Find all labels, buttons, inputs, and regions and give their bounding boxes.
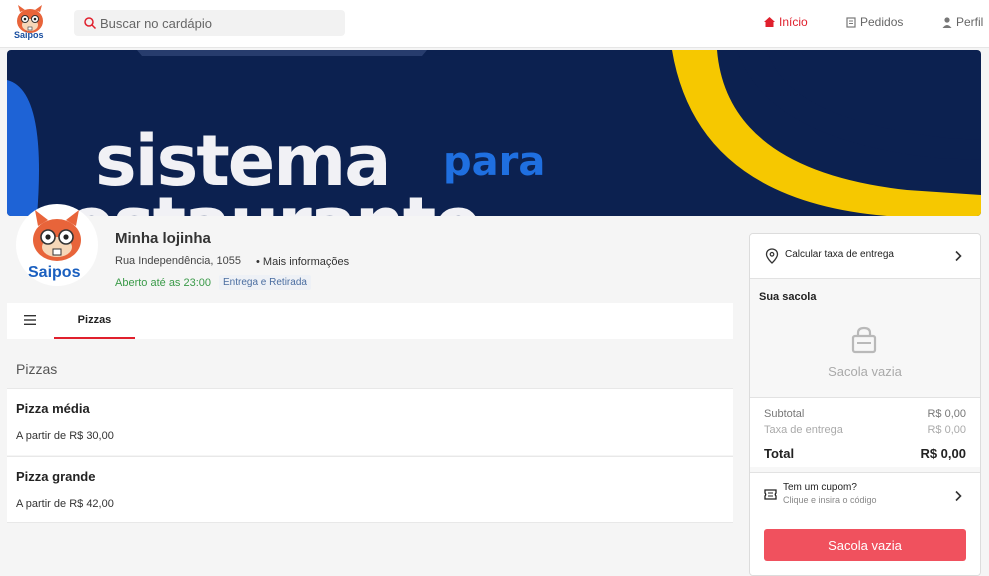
nav-perfil[interactable]: Perfil — [942, 15, 983, 29]
menu-search-box[interactable] — [74, 10, 345, 36]
ticket-icon — [764, 489, 777, 500]
delivery-fee-label: Taxa de entrega — [764, 424, 843, 436]
calc-delivery-label: Calcular taxa de entrega — [785, 249, 894, 260]
calc-delivery-button[interactable]: Calcular taxa de entrega — [750, 234, 980, 279]
logo-text: Saipos — [14, 30, 44, 40]
coupon-subtitle: Clique e insira o código — [783, 495, 877, 505]
total-label: Total — [764, 446, 795, 461]
store-banner: sistema para restaurante — [7, 50, 981, 216]
bag-totals: Subtotal R$ 0,00 Taxa de entrega R$ 0,00… — [750, 397, 980, 467]
nav-inicio[interactable]: Início — [764, 15, 808, 29]
store-avatar-text: Saipos — [28, 264, 81, 281]
delivery-fee-row: Taxa de entrega R$ 0,00 — [764, 424, 966, 436]
tab-pizzas[interactable]: Pizzas — [54, 303, 135, 339]
total-value: R$ 0,00 — [920, 446, 966, 461]
location-pin-icon — [765, 248, 779, 264]
nav-inicio-label: Início — [779, 15, 808, 29]
subtotal-label: Subtotal — [764, 408, 805, 420]
home-icon — [764, 17, 775, 27]
user-icon — [942, 16, 952, 28]
chevron-right-icon — [955, 250, 962, 262]
receipt-icon — [846, 16, 856, 28]
shopping-bag-icon — [851, 326, 877, 354]
product-price: A partir de R$ 30,00 — [16, 430, 114, 442]
section-title: Pizzas — [16, 361, 58, 377]
top-header: Saipos Início Pedidos Perfil — [0, 0, 989, 48]
coupon-button[interactable]: Tem um cupom? Clique e insira o código — [750, 472, 980, 517]
banner-headline-para: para — [443, 139, 546, 185]
search-input[interactable] — [100, 13, 340, 33]
product-name: Pizza grande — [16, 469, 96, 484]
subtotal-value: R$ 0,00 — [927, 408, 966, 420]
nav-pedidos-label: Pedidos — [860, 15, 904, 29]
bag-empty-text: Sacola vazia — [828, 364, 902, 379]
total-row: Total R$ 0,00 — [764, 446, 966, 461]
delivery-fee-value: R$ 0,00 — [927, 424, 966, 436]
store-name: Minha lojinha — [115, 230, 211, 247]
bag-panel: Calcular taxa de entrega Sua sacola Saco… — [749, 233, 981, 576]
product-card[interactable]: Pizza grande A partir de R$ 42,00 — [7, 456, 733, 523]
nav-pedidos[interactable]: Pedidos — [846, 15, 903, 29]
product-card[interactable]: Pizza média A partir de R$ 30,00 — [7, 388, 733, 455]
open-status: Aberto até as 23:00 — [115, 277, 212, 289]
product-price: A partir de R$ 42,00 — [16, 498, 114, 510]
coupon-title: Tem um cupom? — [783, 482, 857, 493]
more-info-link[interactable]: • Mais informações — [256, 256, 349, 268]
store-address: Rua Independência, 1055 — [115, 255, 241, 267]
nav-perfil-label: Perfil — [956, 15, 984, 29]
service-badge: Entrega e Retirada — [219, 275, 311, 290]
bag-title: Sua sacola — [759, 291, 817, 303]
chevron-right-icon — [955, 490, 962, 502]
search-icon — [84, 17, 97, 30]
checkout-button[interactable]: Sacola vazia — [764, 529, 966, 561]
category-bar: Pizzas — [7, 303, 733, 339]
product-name: Pizza média — [16, 401, 90, 416]
subtotal-row: Subtotal R$ 0,00 — [764, 408, 966, 420]
hamburger-menu-icon[interactable] — [24, 315, 36, 325]
banner-headline-2: restaurante — [35, 188, 482, 216]
